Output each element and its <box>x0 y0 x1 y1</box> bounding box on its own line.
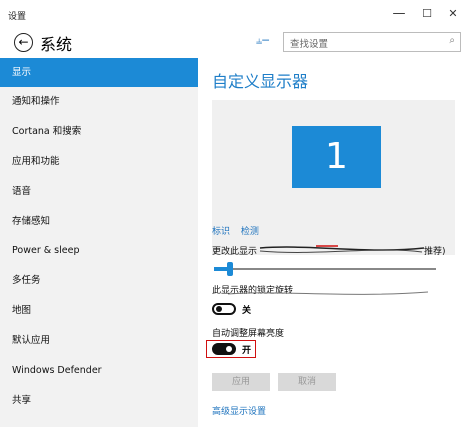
auto-brightness-state: 开 <box>242 346 252 356</box>
sidebar-item-display[interactable]: 显示 <box>0 58 198 87</box>
search-icon[interactable]: ⌕ <box>449 35 455 46</box>
monitor-links: 标识 检测 <box>212 224 267 237</box>
toggle-knob <box>226 346 232 352</box>
scale-slider-thumb[interactable] <box>226 262 233 276</box>
detect-link[interactable]: 检测 <box>241 227 259 237</box>
section-heading: 自定义显示器 <box>212 72 309 91</box>
sidebar-item-multitasking[interactable]: 多任务 <box>0 266 198 295</box>
sidebar-item-cortana[interactable]: Cortana 和搜索 <box>0 117 198 146</box>
close-button[interactable]: ✕ <box>440 4 466 24</box>
search-placeholder: 查找设置 <box>290 39 329 50</box>
apply-button[interactable]: 应用 <box>212 373 270 391</box>
main-content: 自定义显示器 1 标识 检测 更改此显示 推荐) 此显示器的锁定旋转 关 自动调… <box>198 58 469 427</box>
window-title: 设置 <box>8 12 27 22</box>
identify-link[interactable]: 标识 <box>212 227 230 237</box>
auto-brightness-label: 自动调整屏幕亮度 <box>212 329 285 339</box>
monitor-tile[interactable]: 1 <box>292 126 381 188</box>
minimize-button[interactable]: — <box>386 4 412 24</box>
sidebar-item-apps[interactable]: 应用和功能 <box>0 147 198 176</box>
maximize-button[interactable]: ☐ <box>414 4 440 24</box>
sidebar-item-storage[interactable]: 存储感知 <box>0 207 198 236</box>
scale-label-tail: 推荐) <box>424 247 446 257</box>
sidebar: 显示 通知和操作 Cortana 和搜索 应用和功能 语音 存储感知 Power… <box>0 58 198 427</box>
sidebar-item-speech[interactable]: 语音 <box>0 177 198 206</box>
rotation-lock-state: 关 <box>242 306 252 316</box>
page-title: 系统 <box>40 35 73 54</box>
app-header: ← 系统 ⫨─ 查找设置 ⌕ <box>0 28 469 58</box>
search-input[interactable]: 查找设置 ⌕ <box>283 32 461 52</box>
rotation-lock-label: 此显示器的锁定旋转 <box>212 286 294 296</box>
scale-slider-track[interactable] <box>214 268 436 270</box>
rotation-lock-toggle[interactable] <box>212 303 236 315</box>
sidebar-item-power[interactable]: Power & sleep <box>0 236 198 265</box>
toggle-knob <box>216 306 222 312</box>
sidebar-item-share[interactable]: 共享 <box>0 386 198 415</box>
auto-brightness-toggle[interactable] <box>212 343 236 355</box>
scale-label-text: 更改此显示 <box>212 247 258 257</box>
sidebar-item-maps[interactable]: 地图 <box>0 296 198 325</box>
back-arrow-icon[interactable]: ← <box>14 33 33 52</box>
sidebar-item-defender[interactable]: Windows Defender <box>0 356 198 385</box>
sidebar-item-notifications[interactable]: 通知和操作 <box>0 87 198 116</box>
sidebar-item-default-apps[interactable]: 默认应用 <box>0 326 198 355</box>
pin-icon[interactable]: ⫨─ <box>256 34 269 48</box>
scale-label: 更改此显示 <box>212 244 257 257</box>
cancel-button[interactable]: 取消 <box>278 373 336 391</box>
advanced-display-link[interactable]: 高级显示设置 <box>212 404 266 417</box>
title-bar: 设置 — ☐ ✕ <box>0 0 469 28</box>
